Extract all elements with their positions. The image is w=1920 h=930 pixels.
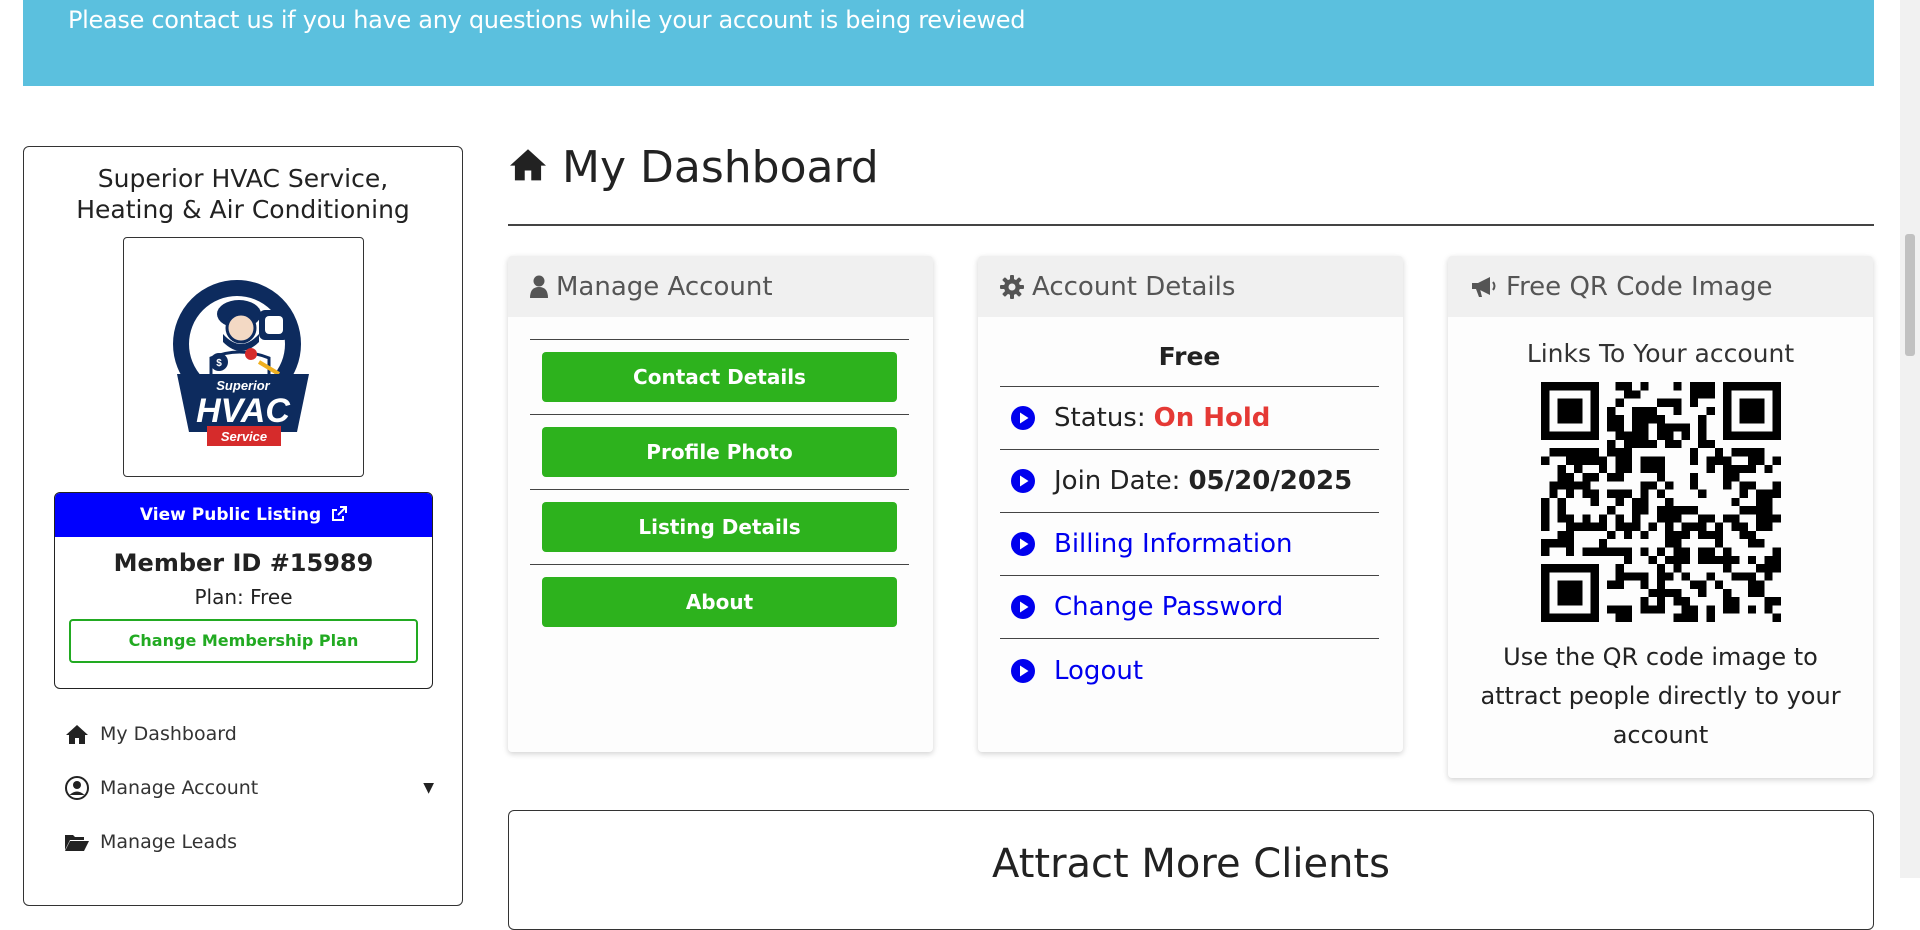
membership-panel: View Public Listing Member ID #15989 Pla… bbox=[54, 492, 433, 689]
list-item: Contact Details bbox=[530, 340, 909, 415]
home-icon bbox=[508, 142, 548, 193]
join-date-row: Join Date: 05/20/2025 bbox=[1000, 450, 1379, 513]
profile-sidebar: Superior HVAC Service, Heating & Air Con… bbox=[23, 146, 463, 906]
folder-open-icon bbox=[64, 829, 90, 855]
billing-row: Billing Information bbox=[1000, 513, 1379, 576]
qr-description: Use the QR code image to attract people … bbox=[1480, 643, 1841, 749]
member-id: Member ID #15989 bbox=[113, 549, 374, 577]
review-alert-banner: Please contact us if you have any questi… bbox=[23, 0, 1874, 86]
contact-details-button[interactable]: Contact Details bbox=[542, 352, 897, 402]
profile-photo-button[interactable]: Profile Photo bbox=[542, 427, 897, 477]
card-header: Account Details bbox=[978, 256, 1403, 317]
about-button[interactable]: About bbox=[542, 577, 897, 627]
play-circle-icon bbox=[1011, 532, 1035, 556]
user-circle-icon bbox=[64, 775, 90, 801]
scrollbar-thumb[interactable] bbox=[1905, 234, 1915, 356]
join-date-value: 05/20/2025 bbox=[1188, 466, 1353, 496]
sidebar-item-label: My Dashboard bbox=[100, 723, 237, 745]
logo-main-text: HVAC bbox=[196, 392, 290, 430]
billing-information-link[interactable]: Billing Information bbox=[1054, 529, 1292, 559]
title-divider bbox=[508, 224, 1874, 226]
sidebar-item-manage-account[interactable]: Manage Account ▼ bbox=[64, 761, 444, 815]
sidebar-item-label: Manage Leads bbox=[100, 831, 238, 853]
logo-top-text: Superior bbox=[216, 378, 270, 393]
account-details-card: Account Details Free Status: On Hold Joi… bbox=[978, 256, 1403, 752]
account-details-list: Free Status: On Hold Join Date: 05/20/20… bbox=[1000, 327, 1379, 702]
view-public-listing-label: View Public Listing bbox=[139, 505, 322, 525]
logout-link[interactable]: Logout bbox=[1054, 656, 1143, 686]
play-circle-icon bbox=[1011, 406, 1035, 430]
card-header: Free QR Code Image bbox=[1448, 256, 1873, 317]
hvac-logo-image: $ Superior HVAC Service bbox=[172, 280, 309, 446]
user-icon bbox=[530, 275, 548, 299]
card-header-label: Free QR Code Image bbox=[1506, 271, 1773, 302]
listing-details-button[interactable]: Listing Details bbox=[542, 502, 897, 552]
change-membership-plan-button[interactable]: Change Membership Plan bbox=[69, 619, 418, 663]
play-circle-icon bbox=[1011, 658, 1035, 683]
company-name-line-2: Heating & Air Conditioning bbox=[76, 195, 410, 224]
change-password-link[interactable]: Change Password bbox=[1054, 592, 1283, 622]
list-item: Listing Details bbox=[530, 490, 909, 565]
page-scrollbar[interactable] bbox=[1900, 0, 1920, 878]
card-header-label: Manage Account bbox=[556, 271, 773, 302]
svg-text:$: $ bbox=[216, 358, 222, 369]
play-circle-icon bbox=[1011, 469, 1035, 493]
join-date-label: Join Date: bbox=[1054, 466, 1181, 496]
list-item: Profile Photo bbox=[530, 415, 909, 490]
sidebar-item-label: Manage Account bbox=[100, 777, 259, 799]
page-title: My Dashboard bbox=[508, 142, 879, 193]
manage-account-card: Manage Account Contact Details Profile P… bbox=[508, 256, 933, 752]
card-header: Manage Account bbox=[508, 256, 933, 317]
status-label: Status: bbox=[1054, 403, 1146, 433]
bullhorn-icon bbox=[1470, 275, 1498, 299]
qr-code-card: Free QR Code Image Links To Your account… bbox=[1448, 256, 1873, 778]
section-title: Attract More Clients bbox=[992, 841, 1390, 887]
company-name-line-1: Superior HVAC Service, bbox=[97, 164, 389, 193]
password-row: Change Password bbox=[1000, 576, 1379, 639]
home-icon bbox=[64, 721, 90, 747]
sidebar-item-manage-leads[interactable]: Manage Leads bbox=[64, 815, 444, 869]
company-logo: $ Superior HVAC Service bbox=[123, 237, 364, 477]
sidebar-nav: My Dashboard Manage Account ▼ Manage Lea… bbox=[64, 707, 444, 869]
member-plan: Plan: Free bbox=[194, 585, 293, 609]
logo-ribbon-text: Service bbox=[220, 429, 266, 444]
page-title-text: My Dashboard bbox=[562, 142, 879, 193]
sidebar-item-my-dashboard[interactable]: My Dashboard bbox=[64, 707, 444, 761]
external-link-icon bbox=[332, 506, 348, 521]
company-name: Superior HVAC Service, Heating & Air Con… bbox=[24, 163, 462, 225]
caret-down-icon[interactable]: ▼ bbox=[423, 780, 434, 796]
qr-caption: Links To Your account bbox=[1526, 339, 1795, 368]
attract-clients-section: Attract More Clients bbox=[508, 810, 1874, 930]
qr-code-image[interactable] bbox=[1540, 382, 1781, 622]
status-badge: On Hold bbox=[1153, 403, 1271, 433]
manage-account-actions: Contact Details Profile Photo Listing De… bbox=[530, 339, 909, 639]
list-item: About bbox=[530, 565, 909, 639]
gear-icon bbox=[1000, 274, 1024, 299]
card-header-label: Account Details bbox=[1032, 271, 1236, 302]
logout-row: Logout bbox=[1000, 639, 1379, 702]
account-plan: Free bbox=[1000, 327, 1379, 387]
view-public-listing-button[interactable]: View Public Listing bbox=[55, 493, 432, 537]
play-circle-icon bbox=[1011, 595, 1035, 619]
banner-text: Please contact us if you have any questi… bbox=[68, 6, 1026, 34]
status-row: Status: On Hold bbox=[1000, 387, 1379, 450]
qr-code-graphic bbox=[1540, 382, 1781, 622]
